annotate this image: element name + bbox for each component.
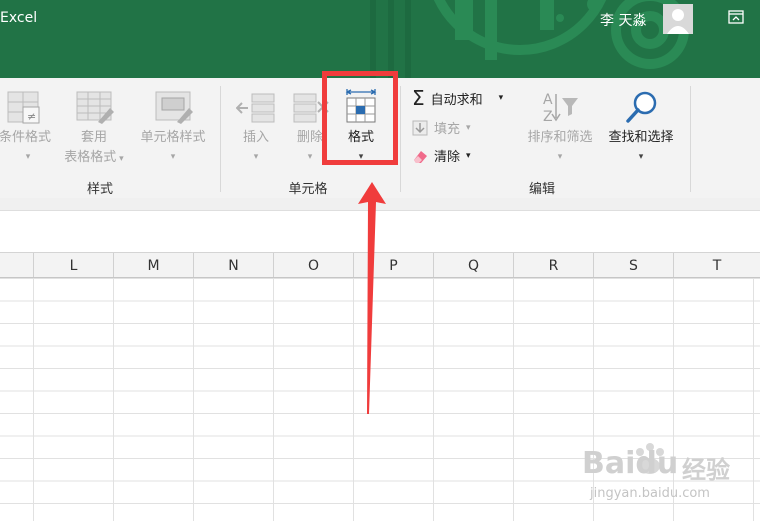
chevron-down-icon: ▾ xyxy=(498,93,504,103)
format-highlight-box xyxy=(322,71,398,165)
annotation-arrow-icon xyxy=(358,182,386,414)
table-format-label-1: 套用 xyxy=(80,130,107,145)
title-bar: Excel 李 天淼 xyxy=(0,0,760,78)
user-avatar-icon xyxy=(667,9,689,34)
watermark-brand: Baidu xyxy=(582,446,679,481)
clear-button[interactable]: 清除 ▾ xyxy=(412,146,471,165)
insert-cells-icon xyxy=(236,93,275,123)
cell-styles-label: 单元格样式 xyxy=(140,130,206,145)
watermark-url: jingyan.baidu.com xyxy=(590,486,710,501)
group-separator xyxy=(400,86,401,192)
fill-down-icon xyxy=(412,120,428,135)
baidu-watermark: Baidu 经验 jingyan.baidu.com xyxy=(582,438,760,518)
table-format-icon xyxy=(76,91,114,124)
column-header[interactable]: O xyxy=(274,253,354,277)
sort-filter-label: 排序和筛选 xyxy=(527,130,593,145)
autosum-label: 自动求和 xyxy=(430,92,483,108)
sort-filter-icon: A Z xyxy=(543,92,578,124)
column-header[interactable]: N xyxy=(194,253,274,277)
chevron-down-icon: ▾ xyxy=(170,152,176,162)
sort-filter-button[interactable]: A Z 排序和筛选 ▾ xyxy=(520,90,600,162)
table-format-button[interactable]: 套用 表格格式 ▾ xyxy=(56,90,132,168)
select-all-corner[interactable] xyxy=(0,253,34,277)
conditional-format-button[interactable]: ≠ 条件格式 ▾ xyxy=(0,90,56,162)
find-select-label: 查找和选择 xyxy=(608,130,674,145)
search-icon xyxy=(626,91,657,123)
chevron-down-icon: ▾ xyxy=(466,150,471,161)
column-header[interactable]: R xyxy=(514,253,594,277)
column-header[interactable]: L xyxy=(34,253,114,277)
styles-group-label: 样式 xyxy=(86,182,113,197)
fill-button[interactable]: 填充 ▾ xyxy=(412,118,471,137)
app-title: Excel xyxy=(0,10,38,26)
clear-label: 清除 xyxy=(434,150,461,165)
insert-label: 插入 xyxy=(242,130,269,145)
chevron-down-icon: ▾ xyxy=(25,152,31,162)
chevron-down-icon: ▾ xyxy=(253,152,259,162)
cells-group-label: 单元格 xyxy=(288,182,328,197)
conditional-format-label: 条件格式 xyxy=(0,130,51,145)
chevron-down-icon: ▾ xyxy=(466,122,471,133)
svg-text:≠: ≠ xyxy=(27,110,36,123)
table-format-label-2: 表格格式 ▾ xyxy=(64,150,124,165)
group-separator xyxy=(690,86,691,192)
column-header[interactable]: S xyxy=(594,253,674,277)
svg-text:A: A xyxy=(543,92,553,108)
avatar[interactable] xyxy=(663,4,693,34)
user-name[interactable]: 李 天淼 xyxy=(600,10,646,30)
conditional-format-icon: ≠ xyxy=(7,91,40,124)
column-header[interactable]: T xyxy=(674,253,760,277)
chevron-down-icon: ▾ xyxy=(638,152,644,162)
chevron-down-icon: ▾ xyxy=(557,152,563,162)
group-separator xyxy=(220,86,221,192)
fill-label: 填充 xyxy=(434,122,461,137)
column-header[interactable]: M xyxy=(114,253,194,277)
insert-button[interactable]: 插入 ▾ xyxy=(232,90,280,162)
column-header[interactable]: Q xyxy=(434,253,514,277)
editing-group-label: 编辑 xyxy=(528,182,555,197)
sigma-icon: Σ xyxy=(412,86,425,110)
ribbon-display-options-icon[interactable] xyxy=(728,10,744,24)
autosum-button[interactable]: Σ 自动求和 ▾ xyxy=(412,88,503,108)
watermark-sub: 经验 xyxy=(682,456,730,484)
find-select-button[interactable]: 查找和选择 ▾ xyxy=(600,90,682,162)
eraser-icon xyxy=(414,150,427,163)
cell-styles-button[interactable]: 单元格样式 ▾ xyxy=(132,90,214,162)
svg-text:Z: Z xyxy=(543,109,553,124)
cell-styles-icon xyxy=(155,91,193,124)
